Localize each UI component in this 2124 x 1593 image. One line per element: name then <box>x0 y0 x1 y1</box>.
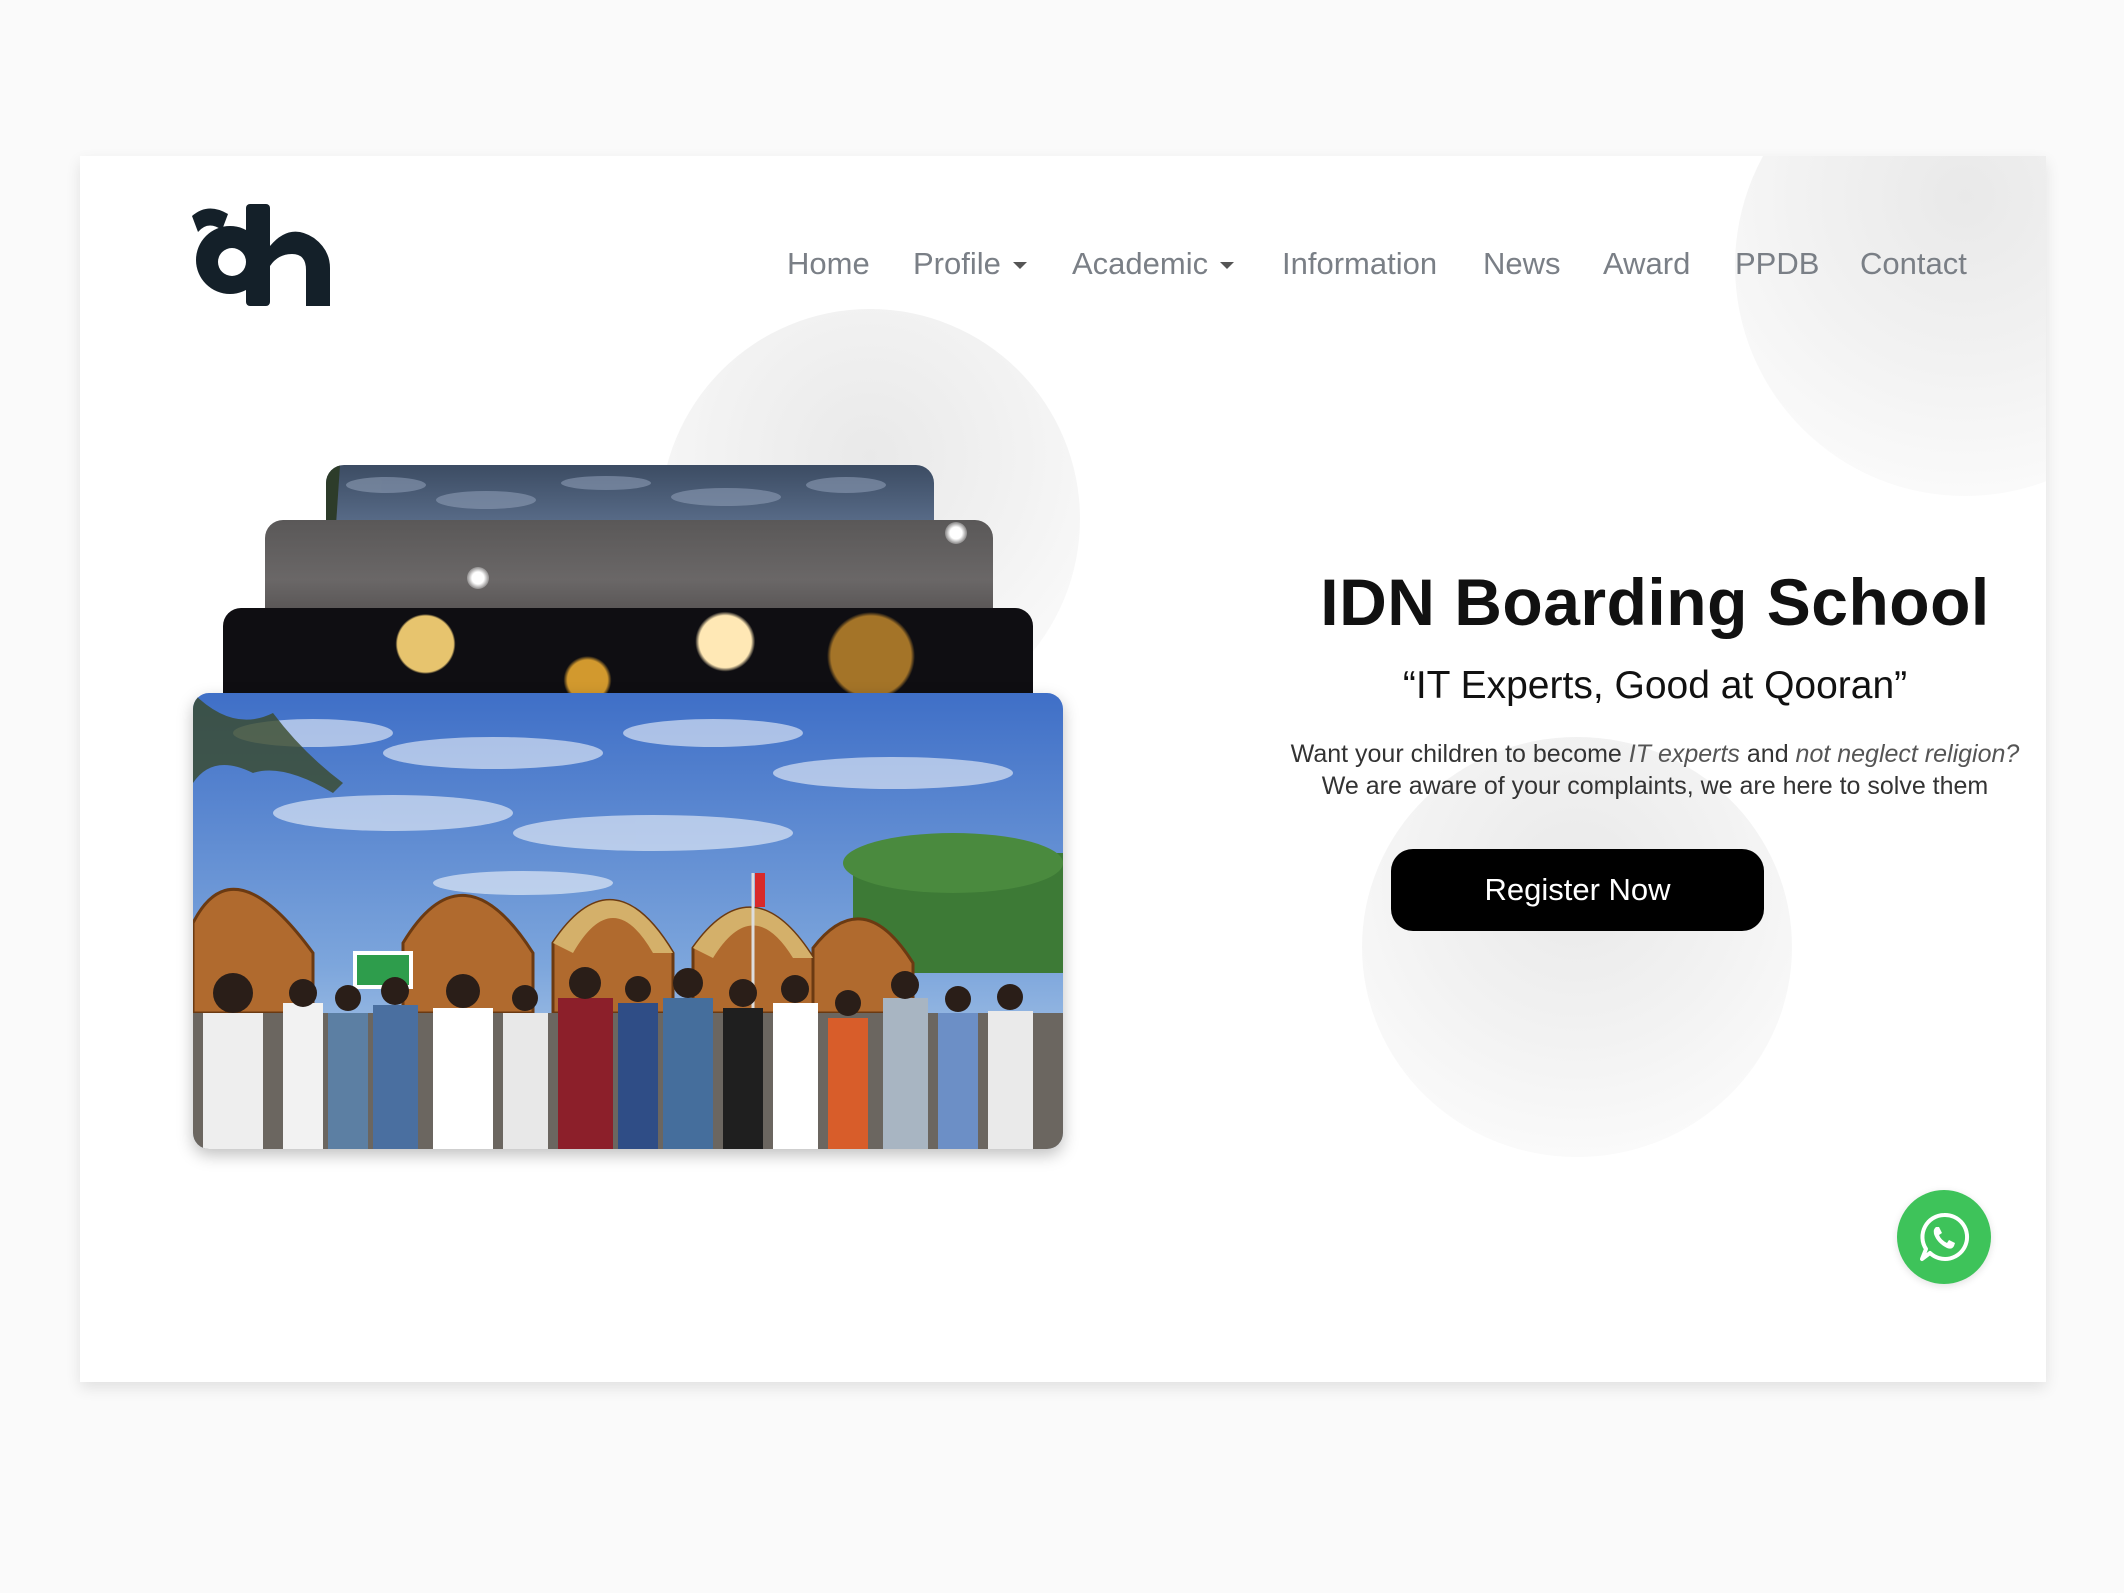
whatsapp-icon <box>1920 1212 1970 1261</box>
description-text: and <box>1739 740 1796 768</box>
nav-item-label: Profile <box>913 246 1001 281</box>
nav-item-label: News <box>1483 246 1561 281</box>
students-photo-image <box>193 693 1063 1149</box>
light-flare <box>467 567 489 589</box>
nav-item-label: Information <box>1282 246 1438 281</box>
description-text: Want your children to become <box>1290 740 1629 768</box>
caret-down-icon <box>1220 262 1235 270</box>
nav-item-label: Award <box>1603 246 1691 281</box>
nav-item-ppdb[interactable]: PPDB <box>1735 234 1819 294</box>
decorative-circle <box>1735 156 2046 496</box>
caret-down-icon <box>1012 262 1027 270</box>
page-card: Home Profile Academic Information News A… <box>80 156 2046 1382</box>
register-now-button[interactable]: Register Now <box>1391 849 1764 931</box>
students-photo[interactable] <box>193 693 1063 1149</box>
nav-item-information[interactable]: Information <box>1282 234 1437 294</box>
description-emphasis: not neglect religion? <box>1795 740 2020 768</box>
nav-item-contact[interactable]: Contact <box>1860 234 1967 294</box>
nav-item-label: PPDB <box>1735 246 1820 281</box>
nav-item-label: Academic <box>1072 246 1209 281</box>
tagline: “IT Experts, Good at Qooran” <box>1402 664 1908 707</box>
nav-item-label: Contact <box>1860 246 1967 281</box>
page-title: IDN Boarding School <box>1320 565 1990 639</box>
description-line-2: We are aware of your complaints, we are … <box>1321 772 1989 800</box>
nav-item-home[interactable]: Home <box>787 234 870 294</box>
nav-item-award[interactable]: Award <box>1603 234 1690 294</box>
light-flare <box>945 522 967 544</box>
nav-item-academic[interactable]: Academic <box>1072 234 1235 294</box>
main-nav: Home Profile Academic Information News A… <box>80 234 2046 294</box>
nav-item-news[interactable]: News <box>1483 234 1561 294</box>
whatsapp-button[interactable] <box>1897 1190 1991 1284</box>
nav-item-profile[interactable]: Profile <box>913 234 1027 294</box>
hero-description: Want your children to become IT experts … <box>1140 738 2046 802</box>
description-emphasis: IT experts <box>1628 740 1740 768</box>
nav-item-label: Home <box>787 246 870 281</box>
description-line-1: Want your children to become IT experts … <box>1140 738 2046 770</box>
